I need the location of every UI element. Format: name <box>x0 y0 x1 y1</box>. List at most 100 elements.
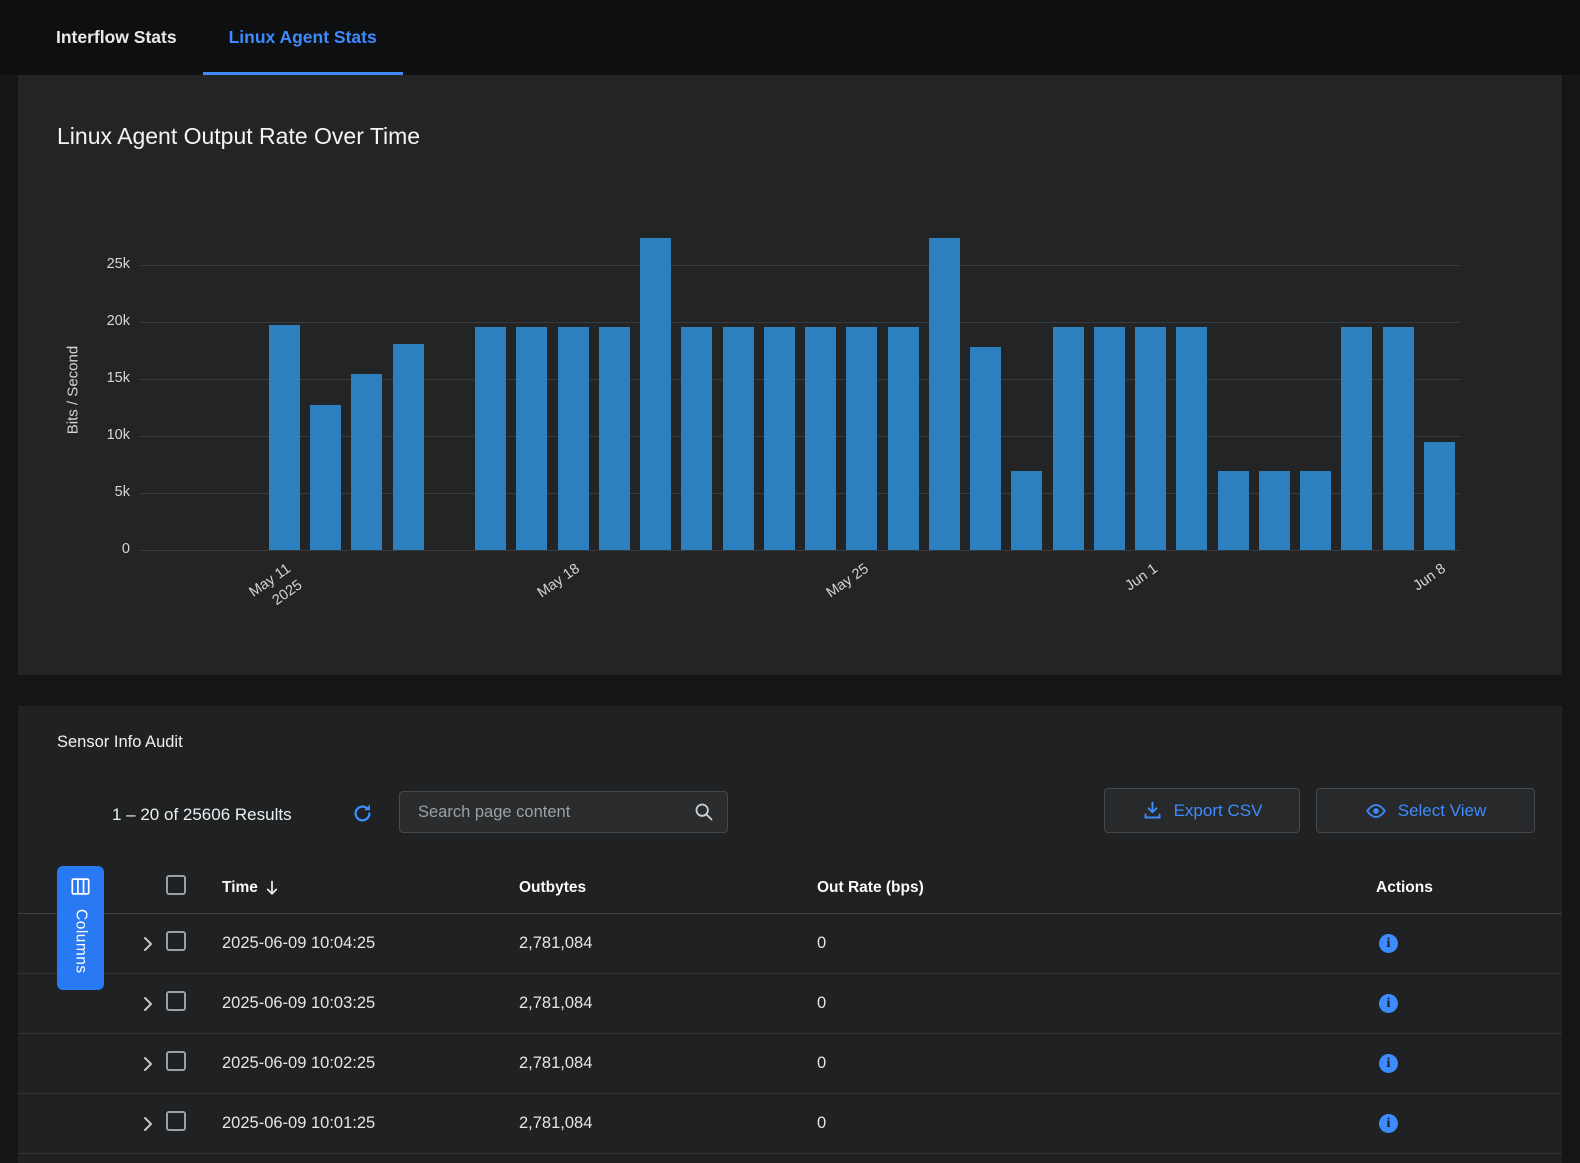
refresh-icon <box>351 802 374 825</box>
chart-bar <box>681 327 712 550</box>
cell-time: 2025-06-09 10:04:25 <box>222 934 519 953</box>
cell-outbytes: 2,781,084 <box>519 934 817 953</box>
columns-button[interactable]: Columns <box>57 866 104 990</box>
table-row: 2025-06-09 10:01:252,781,0840i <box>18 1094 1562 1154</box>
chart-gridline <box>140 379 1460 380</box>
table-row: 2025-06-09 10:02:252,781,0840i <box>18 1034 1562 1094</box>
chart-card: Linux Agent Output Rate Over Time Bits /… <box>18 75 1562 675</box>
chart-bar <box>1218 471 1249 550</box>
row-info-icon[interactable]: i <box>1379 1114 1398 1133</box>
time-header-label: Time <box>222 879 258 897</box>
export-csv-button[interactable]: Export CSV <box>1104 788 1300 833</box>
chart-bar <box>351 374 382 550</box>
audit-card: Sensor Info Audit 1 – 20 of 25606 Result… <box>18 706 1562 1163</box>
cell-outrate: 0 <box>817 934 1376 953</box>
y-tick-label: 25k <box>70 256 130 272</box>
row-checkbox[interactable] <box>166 1111 186 1131</box>
chart-bar <box>1094 327 1125 550</box>
table-row: 2025-06-09 10:03:252,781,0840i <box>18 974 1562 1034</box>
columns-button-label: Columns <box>72 909 90 974</box>
cell-outbytes: 2,781,084 <box>519 1054 817 1073</box>
chart-bar <box>599 327 630 550</box>
bar-chart: 05k10k15k20k25kMay 112025May 18May 25Jun… <box>140 235 1460 550</box>
chart-bar <box>764 327 795 550</box>
refresh-button[interactable] <box>348 801 376 829</box>
row-info-icon[interactable]: i <box>1379 1054 1398 1073</box>
tab-interflow-stats[interactable]: Interflow Stats <box>30 0 203 75</box>
chart-bar <box>310 405 341 550</box>
chart-bar <box>970 347 1001 550</box>
cell-outbytes: 2,781,084 <box>519 994 817 1013</box>
y-axis-label: Bits / Second <box>65 346 82 434</box>
table-header-row: Time Outbytes Out Rate (bps) Actions <box>18 862 1562 914</box>
download-icon <box>1142 800 1163 821</box>
x-tick-label: May 18 <box>467 560 585 651</box>
chart-bar <box>393 344 424 550</box>
chart-bar <box>1135 327 1166 550</box>
y-tick-label: 0 <box>70 541 130 557</box>
cell-outrate: 0 <box>817 1054 1376 1073</box>
chart-bar <box>1424 442 1455 550</box>
column-header-outbytes[interactable]: Outbytes <box>519 879 817 897</box>
expand-row-chevron-icon[interactable] <box>143 996 153 1012</box>
chart-bar <box>1300 471 1331 550</box>
cell-outrate: 0 <box>817 1114 1376 1133</box>
select-view-label: Select View <box>1398 801 1487 821</box>
expand-row-chevron-icon[interactable] <box>143 1056 153 1072</box>
sort-desc-icon[interactable] <box>265 880 279 896</box>
chart-bar <box>475 327 506 550</box>
tab-linux-agent-stats[interactable]: Linux Agent Stats <box>203 0 403 75</box>
audit-table: Time Outbytes Out Rate (bps) Actions 202… <box>18 862 1562 1154</box>
expand-row-chevron-icon[interactable] <box>143 936 153 952</box>
cell-time: 2025-06-09 10:01:25 <box>222 1114 519 1133</box>
y-tick-label: 10k <box>70 427 130 443</box>
chart-bar <box>805 327 836 550</box>
row-checkbox[interactable] <box>166 991 186 1011</box>
chart-bar <box>888 327 919 550</box>
expand-row-chevron-icon[interactable] <box>143 1116 153 1132</box>
chart-bar <box>640 238 671 550</box>
x-tick-label: May 25 <box>755 560 873 651</box>
search-icon[interactable] <box>693 801 715 823</box>
select-view-button[interactable]: Select View <box>1316 788 1535 833</box>
y-tick-label: 5k <box>70 484 130 500</box>
row-info-icon[interactable]: i <box>1379 934 1398 953</box>
audit-section-title: Sensor Info Audit <box>57 733 183 752</box>
cell-time: 2025-06-09 10:02:25 <box>222 1054 519 1073</box>
row-checkbox[interactable] <box>166 1051 186 1071</box>
y-tick-label: 20k <box>70 313 130 329</box>
results-count: 1 – 20 of 25606 Results <box>112 805 292 825</box>
chart-bar <box>1383 327 1414 550</box>
row-info-icon[interactable]: i <box>1379 994 1398 1013</box>
column-header-time[interactable]: Time <box>222 879 519 897</box>
x-tick-label: Jun 8 <box>1333 560 1451 651</box>
chart-bar <box>1011 471 1042 550</box>
select-all-checkbox[interactable] <box>166 875 186 895</box>
chart-bar <box>846 327 877 550</box>
chart-bar <box>558 327 589 550</box>
row-checkbox[interactable] <box>166 931 186 951</box>
tab-bar: Interflow Stats Linux Agent Stats <box>0 0 1580 75</box>
column-header-actions: Actions <box>1376 879 1562 897</box>
cell-outbytes: 2,781,084 <box>519 1114 817 1133</box>
search-box <box>399 791 728 833</box>
export-csv-label: Export CSV <box>1174 801 1263 821</box>
cell-time: 2025-06-09 10:03:25 <box>222 994 519 1013</box>
chart-bar <box>269 325 300 550</box>
x-tick-label: May 112025 <box>178 560 307 667</box>
column-header-outrate[interactable]: Out Rate (bps) <box>817 879 1376 897</box>
chart-bar <box>1259 471 1290 550</box>
chart-bar <box>1053 327 1084 550</box>
chart-bar <box>1341 327 1372 550</box>
columns-icon <box>70 877 91 899</box>
cell-outrate: 0 <box>817 994 1376 1013</box>
y-tick-label: 15k <box>70 370 130 386</box>
chart-title: Linux Agent Output Rate Over Time <box>57 123 420 150</box>
table-body: 2025-06-09 10:04:252,781,0840i2025-06-09… <box>18 914 1562 1154</box>
search-input[interactable] <box>416 802 693 823</box>
x-tick-label: Jun 1 <box>1044 560 1162 651</box>
chart-bar <box>516 327 547 550</box>
chart-bar <box>723 327 754 550</box>
table-row: 2025-06-09 10:04:252,781,0840i <box>18 914 1562 974</box>
chart-gridline <box>140 322 1460 323</box>
